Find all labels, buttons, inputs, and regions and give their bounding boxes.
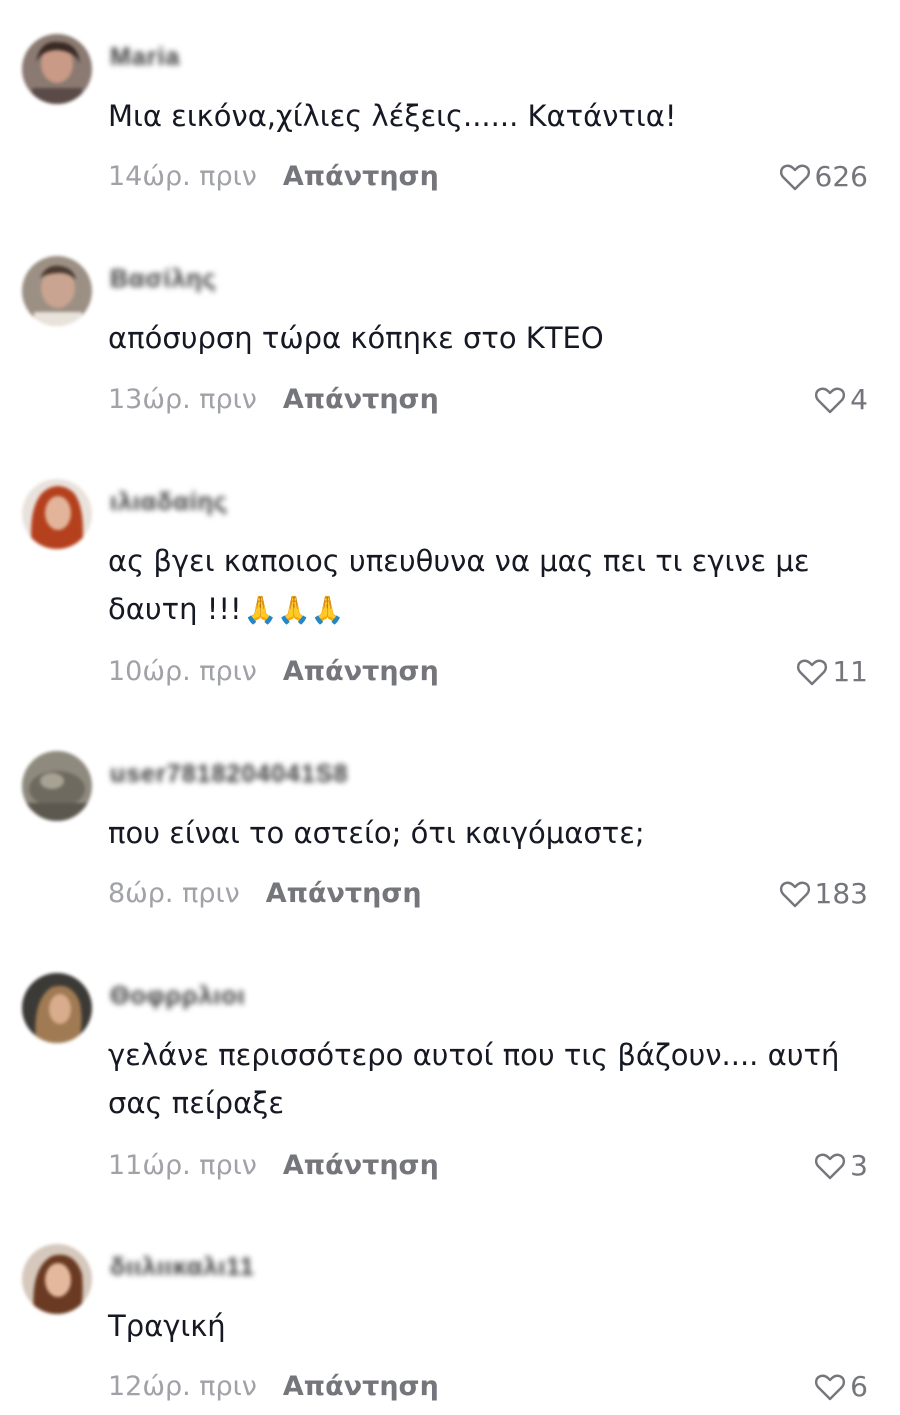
comment-text: Τραγική — [108, 1302, 868, 1350]
heart-icon — [815, 1374, 846, 1401]
heart-icon — [779, 164, 810, 191]
avatar[interactable] — [22, 1244, 92, 1314]
avatar-icon — [22, 973, 92, 1043]
comment-time: 12ώρ. πριν — [108, 1371, 257, 1402]
comment-text: ας βγει καποιος υπευθυνα να μας πει τι ε… — [108, 537, 868, 635]
avatar-icon — [22, 479, 92, 549]
like-count: 626 — [814, 160, 868, 193]
heart-icon — [815, 1153, 846, 1180]
comment-meta: 13ώρ. πριν Απάντηση 4 — [108, 380, 868, 420]
comment-username[interactable]: user7818204041S8 — [110, 759, 348, 789]
reply-button[interactable]: Απάντηση — [283, 1146, 439, 1186]
avatar-icon — [22, 751, 92, 821]
reply-button[interactable]: Απάντηση — [283, 652, 439, 692]
comment-meta: 14ώρ. πριν Απάντηση 626 — [108, 157, 868, 197]
like-button[interactable]: 6 — [814, 1367, 868, 1407]
like-count: 3 — [850, 1149, 868, 1182]
comment-time: 10ώρ. πριν — [108, 656, 257, 687]
avatar-icon — [22, 1244, 92, 1314]
comment-username[interactable]: Θοφρρλιοι — [110, 981, 246, 1011]
reply-button[interactable]: Απάντηση — [266, 874, 422, 914]
comment-meta: 11ώρ. πριν Απάντηση 3 — [108, 1146, 868, 1186]
comment-text-body: που είναι το αστείο; ότι καιγόμαστε; — [108, 816, 645, 850]
praying-hands-icon: 🙏🙏🙏 — [243, 595, 345, 626]
comment-meta: 12ώρ. πριν Απάντηση 6 — [108, 1367, 868, 1407]
comment-username[interactable]: διιλιικαλι11 — [110, 1252, 255, 1282]
comment-text-body: Τραγική — [108, 1309, 226, 1343]
like-button[interactable]: 626 — [779, 157, 868, 197]
reply-button[interactable]: Απάντηση — [283, 157, 439, 197]
like-button[interactable]: 3 — [814, 1146, 868, 1186]
heart-icon — [797, 659, 828, 686]
comment-text-body: Μια εικόνα,χίλιες λέξεις...... Κατάντια! — [108, 99, 677, 133]
like-count: 4 — [850, 383, 868, 416]
like-count: 11 — [832, 655, 868, 688]
comment-time: 14ώρ. πριν — [108, 161, 257, 192]
like-button[interactable]: 11 — [796, 652, 868, 692]
comment-text-body: ας βγει καποιος υπευθυνα να μας πει τι ε… — [108, 544, 810, 626]
comment-text: απόσυρση τώρα κόπηκε στο ΚΤΕΟ — [108, 314, 868, 362]
comment-text-body: γελάνε περισσότερο αυτοί που τις βάζουν.… — [108, 1038, 840, 1120]
like-count: 183 — [814, 877, 868, 910]
avatar[interactable] — [22, 479, 92, 549]
comment-username[interactable]: Βασίλης — [110, 264, 217, 294]
comment-time: 13ώρ. πριν — [108, 384, 257, 415]
avatar-icon — [22, 256, 92, 326]
like-count: 6 — [850, 1370, 868, 1403]
comment-text-body: απόσυρση τώρα κόπηκε στο ΚΤΕΟ — [108, 321, 604, 355]
comment-username[interactable]: ιλιαδαίης — [110, 487, 228, 517]
comment-text: γελάνε περισσότερο αυτοί που τις βάζουν.… — [108, 1031, 868, 1127]
avatar[interactable] — [22, 973, 92, 1043]
heart-icon — [815, 387, 846, 414]
avatar-icon — [22, 34, 92, 104]
heart-icon — [779, 881, 810, 908]
comment-time: 11ώρ. πριν — [108, 1150, 257, 1181]
reply-button[interactable]: Απάντηση — [283, 380, 439, 420]
avatar[interactable] — [22, 751, 92, 821]
like-button[interactable]: 183 — [779, 874, 868, 914]
comment-text: που είναι το αστείο; ότι καιγόμαστε; — [108, 809, 868, 857]
comment-meta: 8ώρ. πριν Απάντηση 183 — [108, 874, 868, 914]
avatar[interactable] — [22, 34, 92, 104]
comment-text: Μια εικόνα,χίλιες λέξεις...... Κατάντια! — [108, 92, 868, 140]
comment-username[interactable]: Maria — [110, 42, 180, 72]
comment-time: 8ώρ. πριν — [108, 878, 240, 909]
comment-meta: 10ώρ. πριν Απάντηση 11 — [108, 652, 868, 692]
reply-button[interactable]: Απάντηση — [283, 1367, 439, 1407]
like-button[interactable]: 4 — [814, 380, 868, 420]
avatar[interactable] — [22, 256, 92, 326]
